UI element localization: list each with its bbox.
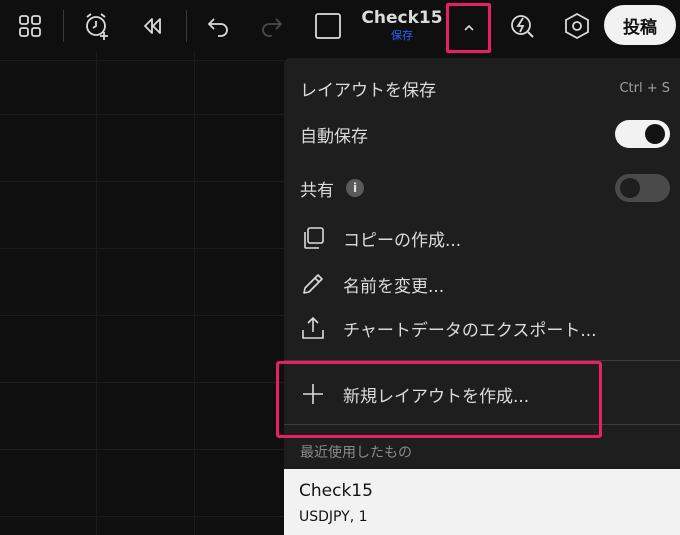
publish-button[interactable]: 投稿 — [604, 5, 676, 45]
menu-item-save-layout[interactable]: レイアウトを保存 Ctrl + S — [284, 70, 680, 106]
grid-line — [96, 52, 97, 535]
copy-icon — [298, 223, 328, 253]
menu-item-export[interactable]: チャートデータのエクスポート... — [284, 310, 680, 346]
menu-item-copy[interactable]: コピーの作成... — [284, 220, 680, 256]
upload-icon — [298, 313, 328, 343]
quick-search-button[interactable] — [503, 6, 543, 46]
menu-item-autosave[interactable]: 自動保存 — [284, 116, 680, 152]
layout-grid-button[interactable] — [10, 6, 50, 46]
grid-line — [0, 114, 284, 115]
layout-square-icon — [315, 13, 341, 39]
toggle-knob — [645, 124, 665, 144]
recent-section-title: 最近使用したもの — [300, 445, 412, 461]
redo-button[interactable] — [252, 6, 292, 46]
menu-item-label: 名前を変更... — [343, 276, 445, 297]
menu-item-label: 共有 — [300, 180, 334, 201]
recent-layout-item[interactable]: Check15 USDJPY, 1 — [284, 469, 680, 535]
grid-line — [0, 181, 284, 182]
lightning-icon — [511, 15, 534, 38]
menu-item-rename[interactable]: 名前を変更... — [284, 266, 680, 302]
toggle-knob — [620, 178, 640, 198]
share-toggle[interactable] — [615, 174, 670, 202]
grid-line — [0, 60, 284, 61]
grid-line — [0, 248, 284, 249]
highlight-box — [446, 3, 491, 53]
layout-save-status[interactable]: 保存 — [352, 29, 452, 43]
replay-button[interactable] — [132, 6, 172, 46]
alert-button[interactable] — [77, 6, 117, 46]
chart-area[interactable] — [0, 52, 284, 535]
undo-icon — [207, 18, 228, 37]
menu-item-label: チャートデータのエクスポート... — [343, 320, 597, 341]
settings-button[interactable] — [557, 6, 597, 46]
grid-line — [0, 315, 284, 316]
highlight-box — [276, 361, 602, 438]
layout-select-button[interactable] — [308, 6, 348, 46]
recent-layout-symbol: USDJPY, 1 — [299, 509, 368, 525]
replay-icon — [144, 18, 161, 34]
menu-item-share[interactable]: 共有 i — [284, 170, 680, 206]
grid-line — [0, 382, 284, 383]
pencil-icon — [298, 269, 328, 299]
toolbar-separator — [63, 10, 64, 42]
autosave-toggle[interactable] — [615, 120, 670, 148]
layout-title: Check15 — [361, 8, 443, 28]
grid-line — [0, 449, 284, 450]
menu-item-label: 自動保存 — [300, 126, 368, 147]
toolbar-separator — [186, 10, 187, 42]
settings-hexagon-icon — [565, 12, 589, 40]
grid-line — [194, 52, 195, 535]
alert-clock-icon — [86, 13, 108, 40]
shortcut-label: Ctrl + S — [619, 80, 670, 96]
grid-line — [0, 516, 284, 517]
redo-icon — [262, 18, 283, 37]
recent-layout-title: Check15 — [299, 481, 373, 501]
menu-item-label: コピーの作成... — [343, 230, 462, 251]
grid-layout-icon — [19, 15, 41, 37]
top-toolbar: Check15 保存 投稿 — [0, 0, 680, 53]
layout-name[interactable]: Check15 保存 — [352, 8, 452, 43]
layout-dropdown-menu: レイアウトを保存 Ctrl + S 自動保存 共有 i コピーの作成... 名前… — [284, 58, 680, 535]
undo-button[interactable] — [198, 6, 238, 46]
info-icon[interactable]: i — [346, 179, 364, 197]
menu-item-label: レイアウトを保存 — [300, 80, 436, 101]
